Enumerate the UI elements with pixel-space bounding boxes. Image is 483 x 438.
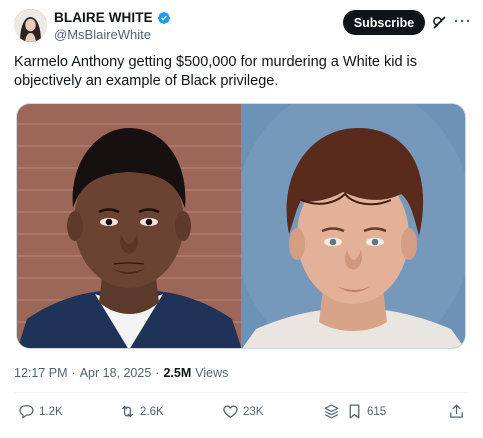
- tweet-media[interactable]: [16, 103, 466, 349]
- views-label: Views: [195, 366, 229, 380]
- action-bar: 1.2K 2.6K 23K 615: [0, 400, 483, 426]
- bookmark-button[interactable]: 615: [346, 403, 386, 420]
- tweet: BLAIRE WHITE @MsBlaireWhite Subscribe ··…: [0, 0, 483, 438]
- author-name[interactable]: BLAIRE WHITE: [54, 10, 153, 25]
- meta-separator: ·: [71, 366, 76, 380]
- more-icon[interactable]: ···: [454, 13, 472, 30]
- tweet-text: Karmelo Anthony getting $500,000 for mur…: [14, 54, 418, 89]
- avatar-image: [14, 9, 47, 42]
- views-count: 2.5M: [163, 366, 192, 380]
- grok-icon[interactable]: [432, 15, 447, 30]
- portrait-left-image: [17, 104, 241, 348]
- verified-badge-icon: [157, 11, 170, 24]
- tweet-meta: 12:17 PM · Apr 18, 2025 · 2.5M Views: [14, 366, 228, 380]
- author-name-row[interactable]: BLAIRE WHITE: [54, 10, 171, 25]
- share-icon: [450, 404, 463, 418]
- like-icon: [223, 405, 238, 418]
- tweet-date[interactable]: Apr 18, 2025: [80, 366, 152, 380]
- divider: [14, 392, 469, 393]
- reply-icon: [19, 405, 34, 419]
- reply-count: 1.2K: [39, 405, 63, 418]
- repost-icon: [121, 405, 134, 418]
- like-count: 23K: [243, 405, 264, 418]
- bookmark-icon: [349, 404, 360, 419]
- bookmark-count: 615: [367, 405, 387, 418]
- portrait-right-image: [241, 104, 465, 348]
- repost-count: 2.6K: [140, 405, 164, 418]
- tweet-time[interactable]: 12:17 PM: [14, 366, 68, 380]
- meta-separator: ·: [155, 366, 160, 380]
- share-button[interactable]: [448, 403, 465, 420]
- author-handle[interactable]: @MsBlaireWhite: [54, 27, 151, 42]
- photo-right[interactable]: [241, 104, 465, 348]
- like-button[interactable]: 23K: [222, 403, 263, 420]
- reply-button[interactable]: 1.2K: [18, 403, 63, 420]
- avatar[interactable]: [14, 9, 47, 42]
- views-stack-button[interactable]: [323, 403, 340, 420]
- views-stack-icon: [324, 404, 339, 419]
- subscribe-button[interactable]: Subscribe: [343, 10, 425, 35]
- repost-button[interactable]: 2.6K: [119, 403, 164, 420]
- photo-left[interactable]: [17, 104, 241, 348]
